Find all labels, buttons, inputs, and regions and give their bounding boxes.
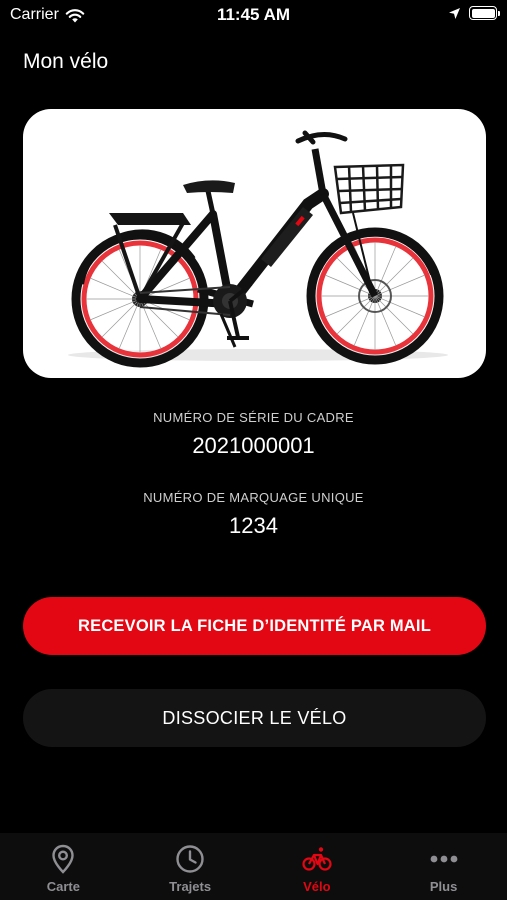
battery-icon [469,6,500,20]
receive-identity-sheet-button[interactable]: RECEVOIR LA FICHE D’IDENTITÉ PAR MAIL [23,597,486,655]
status-bar: Carrier 11:45 AM [0,0,507,32]
tab-plus[interactable]: Plus [380,833,507,900]
tab-trajets[interactable]: Trajets [127,833,254,900]
frame-serial-block: NUMÉRO DE SÉRIE DU CADRE 2021000001 [0,410,507,459]
map-pin-icon [52,844,75,874]
dissociate-bike-button[interactable]: DISSOCIER LE VÉLO [23,689,486,747]
tab-plus-label: Plus [429,879,458,894]
frame-serial-label: NUMÉRO DE SÉRIE DU CADRE [153,410,354,425]
tab-velo-label: Vélo [303,879,331,894]
frame-serial-value: 2021000001 [192,433,315,458]
marking-block: NUMÉRO DE MARQUAGE UNIQUE 1234 [0,490,507,539]
status-time: 11:45 AM [216,5,291,24]
more-icon [430,855,458,863]
clock-icon [176,845,204,873]
status-right [448,6,500,20]
marking-label: NUMÉRO DE MARQUAGE UNIQUE [143,490,364,505]
page-title: Mon vélo [23,50,109,73]
bike-illustration [68,130,448,368]
tab-carte-label: Carte [46,879,80,894]
tab-carte[interactable]: Carte [0,833,127,900]
tab-bar: Carte Trajets Vélo Plus [0,833,507,900]
bicycle-icon [302,847,332,871]
marking-value: 1234 [229,513,278,538]
bike-image [23,109,486,378]
location-arrow-icon [449,7,460,19]
tab-velo[interactable]: Vélo [254,833,381,900]
tab-trajets-label: Trajets [169,879,212,894]
